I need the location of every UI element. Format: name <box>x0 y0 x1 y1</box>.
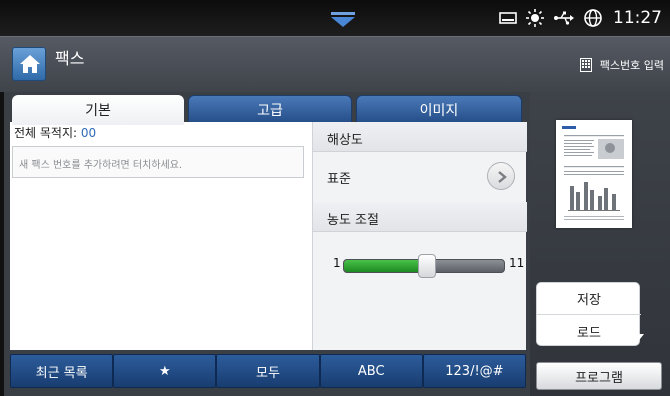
resolution-value: 표준 <box>327 172 351 187</box>
favorites-star-button[interactable]: ★ <box>113 354 217 388</box>
usb-icon <box>553 10 575 26</box>
load-program-button[interactable]: 로드 <box>537 315 641 347</box>
recent-list-button[interactable]: 최근 목록 <box>10 354 114 388</box>
program-popup-menu: 저장 로드 <box>536 282 641 347</box>
preview-column: 저장 로드 프로그램 <box>530 92 670 396</box>
status-bar: 11:27 <box>0 0 670 36</box>
status-icons: 11:27 <box>499 6 662 30</box>
density-slider-track[interactable] <box>343 254 505 278</box>
density-slider-thumb[interactable] <box>418 254 437 278</box>
main-panel: 기본 고급 이미지 전체 목적지: 00 새 팩스 번호를 추가하려면 터치하세… <box>4 92 530 396</box>
chevron-right-icon[interactable] <box>487 162 515 190</box>
destination-count-label: 전체 목적지: <box>14 126 81 140</box>
fax-number-field[interactable]: 새 팩스 번호를 추가하려면 터치하세요. <box>12 146 304 178</box>
home-icon <box>20 55 40 73</box>
density-header: 농도 조절 <box>313 202 527 232</box>
all-button[interactable]: 모두 <box>216 354 320 388</box>
toner-icon <box>499 11 517 25</box>
resolution-header: 해상도 <box>313 122 527 152</box>
tab-bar: 기본 고급 이미지 <box>12 95 522 125</box>
network-globe-icon <box>583 8 603 28</box>
tab-advanced[interactable]: 고급 <box>188 95 352 125</box>
popup-pointer <box>628 334 644 344</box>
tab-image[interactable]: 이미지 <box>356 95 522 125</box>
tab-content: 전체 목적지: 00 새 팩스 번호를 추가하려면 터치하세요. 해상도 표준 … <box>10 122 527 350</box>
density-slider-fill <box>344 260 428 272</box>
density-min-label: 1 <box>333 256 341 270</box>
home-button[interactable] <box>12 47 46 81</box>
destination-pane: 전체 목적지: 00 새 팩스 번호를 추가하려면 터치하세요. <box>10 122 312 350</box>
fax-number-input-label: 팩스번호 입력 <box>599 59 664 72</box>
destination-count: 전체 목적지: 00 <box>14 124 96 141</box>
destination-count-value: 00 <box>80 126 97 140</box>
abc-button[interactable]: ABC <box>319 354 423 388</box>
resolution-row[interactable]: 표준 <box>313 158 527 194</box>
document-preview-thumbnail[interactable] <box>556 120 632 228</box>
density-max-label: 11 <box>509 256 525 270</box>
program-button[interactable]: 프로그램 <box>536 362 662 390</box>
page-title: 팩스 <box>55 49 85 68</box>
numbers-symbols-button[interactable]: 123/!@# <box>422 354 527 388</box>
settings-pane: 해상도 표준 농도 조절 1 11 <box>312 122 527 350</box>
pull-down-arrow-icon[interactable] <box>330 12 356 28</box>
tab-basic[interactable]: 기본 <box>12 95 184 125</box>
keypad-icon <box>579 58 592 72</box>
save-program-button[interactable]: 저장 <box>537 283 641 315</box>
clock: 11:27 <box>613 8 662 28</box>
brightness-icon <box>525 8 545 28</box>
fax-number-input-button[interactable]: 팩스번호 입력 <box>579 57 664 73</box>
density-slider[interactable]: 1 11 <box>313 250 527 280</box>
keyboard-shortcut-bar: 최근 목록 ★ 모두 ABC 123/!@# <box>10 354 527 388</box>
title-bar: 팩스 팩스번호 입력 <box>0 36 670 92</box>
